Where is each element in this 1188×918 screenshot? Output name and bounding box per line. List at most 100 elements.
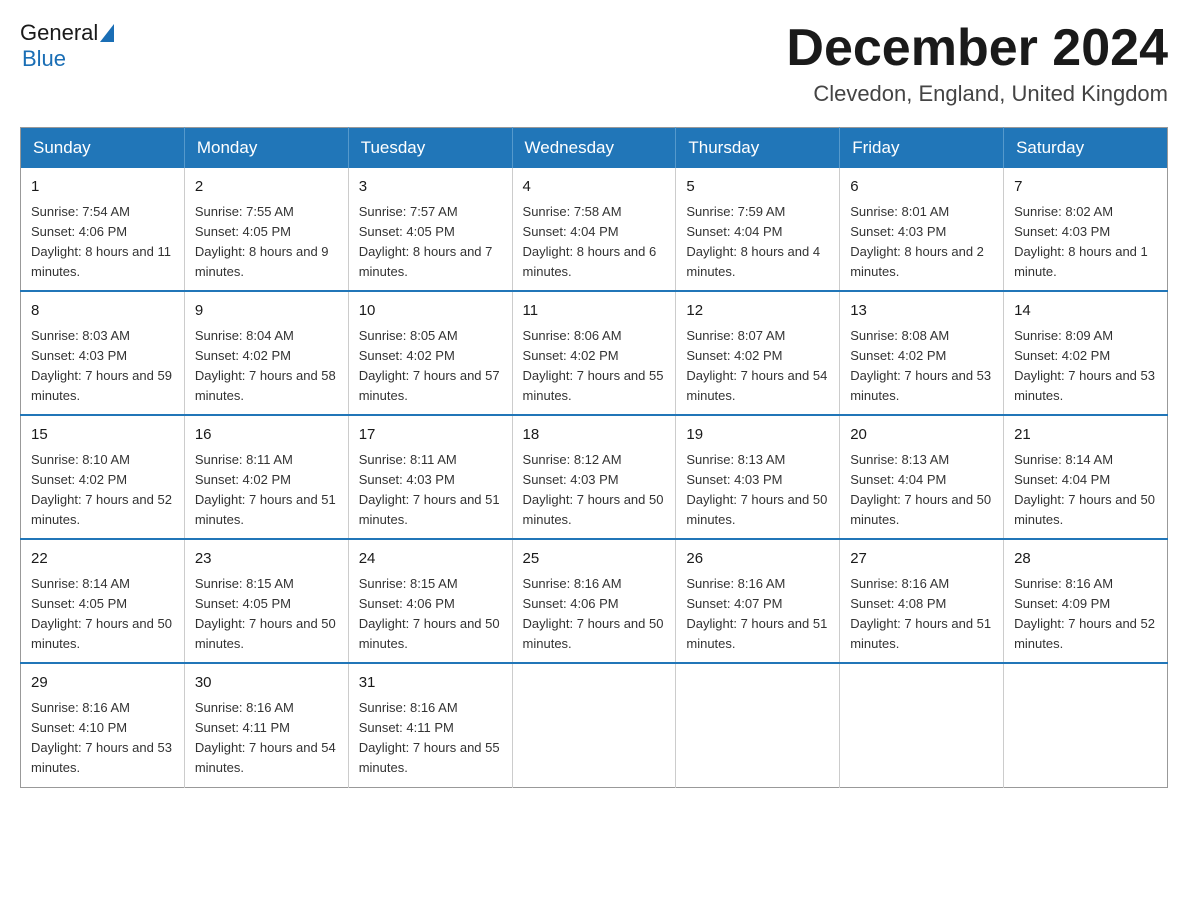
day-info: Sunrise: 7:55 AMSunset: 4:05 PMDaylight:… [195, 202, 338, 283]
col-header-thursday: Thursday [676, 128, 840, 169]
day-info: Sunrise: 8:04 AMSunset: 4:02 PMDaylight:… [195, 326, 338, 407]
week-row-4: 22 Sunrise: 8:14 AMSunset: 4:05 PMDayligh… [21, 539, 1168, 663]
day-cell: 31 Sunrise: 8:16 AMSunset: 4:11 PMDayligh… [348, 663, 512, 787]
day-info: Sunrise: 8:07 AMSunset: 4:02 PMDaylight:… [686, 326, 829, 407]
day-number: 6 [850, 176, 993, 199]
day-info: Sunrise: 8:11 AMSunset: 4:02 PMDaylight:… [195, 450, 338, 531]
day-number: 2 [195, 176, 338, 199]
day-info: Sunrise: 8:08 AMSunset: 4:02 PMDaylight:… [850, 326, 993, 407]
day-number: 18 [523, 424, 666, 447]
day-number: 14 [1014, 300, 1157, 323]
logo: General Blue [20, 20, 114, 72]
day-number: 26 [686, 548, 829, 571]
day-cell: 27 Sunrise: 8:16 AMSunset: 4:08 PMDayligh… [840, 539, 1004, 663]
day-info: Sunrise: 8:15 AMSunset: 4:05 PMDaylight:… [195, 574, 338, 655]
day-number: 15 [31, 424, 174, 447]
day-number: 21 [1014, 424, 1157, 447]
day-cell: 22 Sunrise: 8:14 AMSunset: 4:05 PMDayligh… [21, 539, 185, 663]
day-info: Sunrise: 8:16 AMSunset: 4:11 PMDaylight:… [195, 698, 338, 779]
day-info: Sunrise: 8:16 AMSunset: 4:09 PMDaylight:… [1014, 574, 1157, 655]
day-info: Sunrise: 8:16 AMSunset: 4:10 PMDaylight:… [31, 698, 174, 779]
day-cell [512, 663, 676, 787]
day-number: 27 [850, 548, 993, 571]
day-info: Sunrise: 8:06 AMSunset: 4:02 PMDaylight:… [523, 326, 666, 407]
day-cell: 23 Sunrise: 8:15 AMSunset: 4:05 PMDayligh… [184, 539, 348, 663]
day-cell: 28 Sunrise: 8:16 AMSunset: 4:09 PMDayligh… [1004, 539, 1168, 663]
week-row-3: 15Sunrise: 8:10 AMSunset: 4:02 PMDayligh… [21, 415, 1168, 539]
day-cell: 26 Sunrise: 8:16 AMSunset: 4:07 PMDayligh… [676, 539, 840, 663]
day-info: Sunrise: 8:16 AMSunset: 4:08 PMDaylight:… [850, 574, 993, 655]
col-header-friday: Friday [840, 128, 1004, 169]
day-info: Sunrise: 8:11 AMSunset: 4:03 PMDaylight:… [359, 450, 502, 531]
day-cell: 25Sunrise: 8:16 AMSunset: 4:06 PMDayligh… [512, 539, 676, 663]
col-header-wednesday: Wednesday [512, 128, 676, 169]
day-info: Sunrise: 8:05 AMSunset: 4:02 PMDaylight:… [359, 326, 502, 407]
day-number: 17 [359, 424, 502, 447]
day-cell: 18Sunrise: 8:12 AMSunset: 4:03 PMDayligh… [512, 415, 676, 539]
day-cell: 30 Sunrise: 8:16 AMSunset: 4:11 PMDayligh… [184, 663, 348, 787]
day-info: Sunrise: 7:57 AMSunset: 4:05 PMDaylight:… [359, 202, 502, 283]
day-info: Sunrise: 8:16 AMSunset: 4:07 PMDaylight:… [686, 574, 829, 655]
day-number: 1 [31, 176, 174, 199]
day-info: Sunrise: 8:09 AMSunset: 4:02 PMDaylight:… [1014, 326, 1157, 407]
day-cell: 4 Sunrise: 7:58 AMSunset: 4:04 PMDaylight… [512, 168, 676, 291]
logo-general-text: General [20, 20, 98, 46]
day-cell: 14 Sunrise: 8:09 AMSunset: 4:02 PMDayligh… [1004, 291, 1168, 415]
day-info: Sunrise: 8:15 AMSunset: 4:06 PMDaylight:… [359, 574, 502, 655]
day-cell: 21 Sunrise: 8:14 AMSunset: 4:04 PMDayligh… [1004, 415, 1168, 539]
day-number: 10 [359, 300, 502, 323]
day-info: Sunrise: 8:14 AMSunset: 4:05 PMDaylight:… [31, 574, 174, 655]
day-number: 25 [523, 548, 666, 571]
day-number: 16 [195, 424, 338, 447]
month-title: December 2024 [786, 20, 1168, 77]
day-number: 23 [195, 548, 338, 571]
day-cell: 3Sunrise: 7:57 AMSunset: 4:05 PMDaylight… [348, 168, 512, 291]
week-row-1: 1 Sunrise: 7:54 AMSunset: 4:06 PMDaylight… [21, 168, 1168, 291]
logo-triangle-icon [100, 24, 114, 42]
day-cell: 16 Sunrise: 8:11 AMSunset: 4:02 PMDayligh… [184, 415, 348, 539]
day-number: 22 [31, 548, 174, 571]
day-info: Sunrise: 8:13 AMSunset: 4:04 PMDaylight:… [850, 450, 993, 531]
week-row-5: 29Sunrise: 8:16 AMSunset: 4:10 PMDayligh… [21, 663, 1168, 787]
col-header-saturday: Saturday [1004, 128, 1168, 169]
day-number: 9 [195, 300, 338, 323]
day-info: Sunrise: 8:02 AMSunset: 4:03 PMDaylight:… [1014, 202, 1157, 283]
calendar-header-row: SundayMondayTuesdayWednesdayThursdayFrid… [21, 128, 1168, 169]
day-cell: 8 Sunrise: 8:03 AMSunset: 4:03 PMDaylight… [21, 291, 185, 415]
day-info: Sunrise: 8:03 AMSunset: 4:03 PMDaylight:… [31, 326, 174, 407]
day-number: 30 [195, 672, 338, 695]
day-number: 12 [686, 300, 829, 323]
day-cell: 1 Sunrise: 7:54 AMSunset: 4:06 PMDaylight… [21, 168, 185, 291]
day-cell: 15Sunrise: 8:10 AMSunset: 4:02 PMDayligh… [21, 415, 185, 539]
day-info: Sunrise: 8:14 AMSunset: 4:04 PMDaylight:… [1014, 450, 1157, 531]
day-number: 5 [686, 176, 829, 199]
day-number: 4 [523, 176, 666, 199]
day-number: 28 [1014, 548, 1157, 571]
day-number: 20 [850, 424, 993, 447]
col-header-sunday: Sunday [21, 128, 185, 169]
day-cell: 20 Sunrise: 8:13 AMSunset: 4:04 PMDayligh… [840, 415, 1004, 539]
day-number: 24 [359, 548, 502, 571]
day-number: 19 [686, 424, 829, 447]
day-cell: 11 Sunrise: 8:06 AMSunset: 4:02 PMDayligh… [512, 291, 676, 415]
day-cell: 7Sunrise: 8:02 AMSunset: 4:03 PMDaylight… [1004, 168, 1168, 291]
day-cell [1004, 663, 1168, 787]
day-info: Sunrise: 7:58 AMSunset: 4:04 PMDaylight:… [523, 202, 666, 283]
day-number: 13 [850, 300, 993, 323]
day-number: 8 [31, 300, 174, 323]
title-block: December 2024 Clevedon, England, United … [786, 20, 1168, 107]
day-info: Sunrise: 7:54 AMSunset: 4:06 PMDaylight:… [31, 202, 174, 283]
day-info: Sunrise: 7:59 AMSunset: 4:04 PMDaylight:… [686, 202, 829, 283]
day-cell: 13 Sunrise: 8:08 AMSunset: 4:02 PMDayligh… [840, 291, 1004, 415]
day-cell [840, 663, 1004, 787]
day-info: Sunrise: 8:13 AMSunset: 4:03 PMDaylight:… [686, 450, 829, 531]
logo-blue-text: Blue [22, 46, 66, 72]
day-cell: 10 Sunrise: 8:05 AMSunset: 4:02 PMDayligh… [348, 291, 512, 415]
col-header-monday: Monday [184, 128, 348, 169]
day-cell: 12 Sunrise: 8:07 AMSunset: 4:02 PMDayligh… [676, 291, 840, 415]
day-cell: 2 Sunrise: 7:55 AMSunset: 4:05 PMDaylight… [184, 168, 348, 291]
day-info: Sunrise: 8:16 AMSunset: 4:11 PMDaylight:… [359, 698, 502, 779]
day-number: 11 [523, 300, 666, 323]
col-header-tuesday: Tuesday [348, 128, 512, 169]
day-number: 31 [359, 672, 502, 695]
